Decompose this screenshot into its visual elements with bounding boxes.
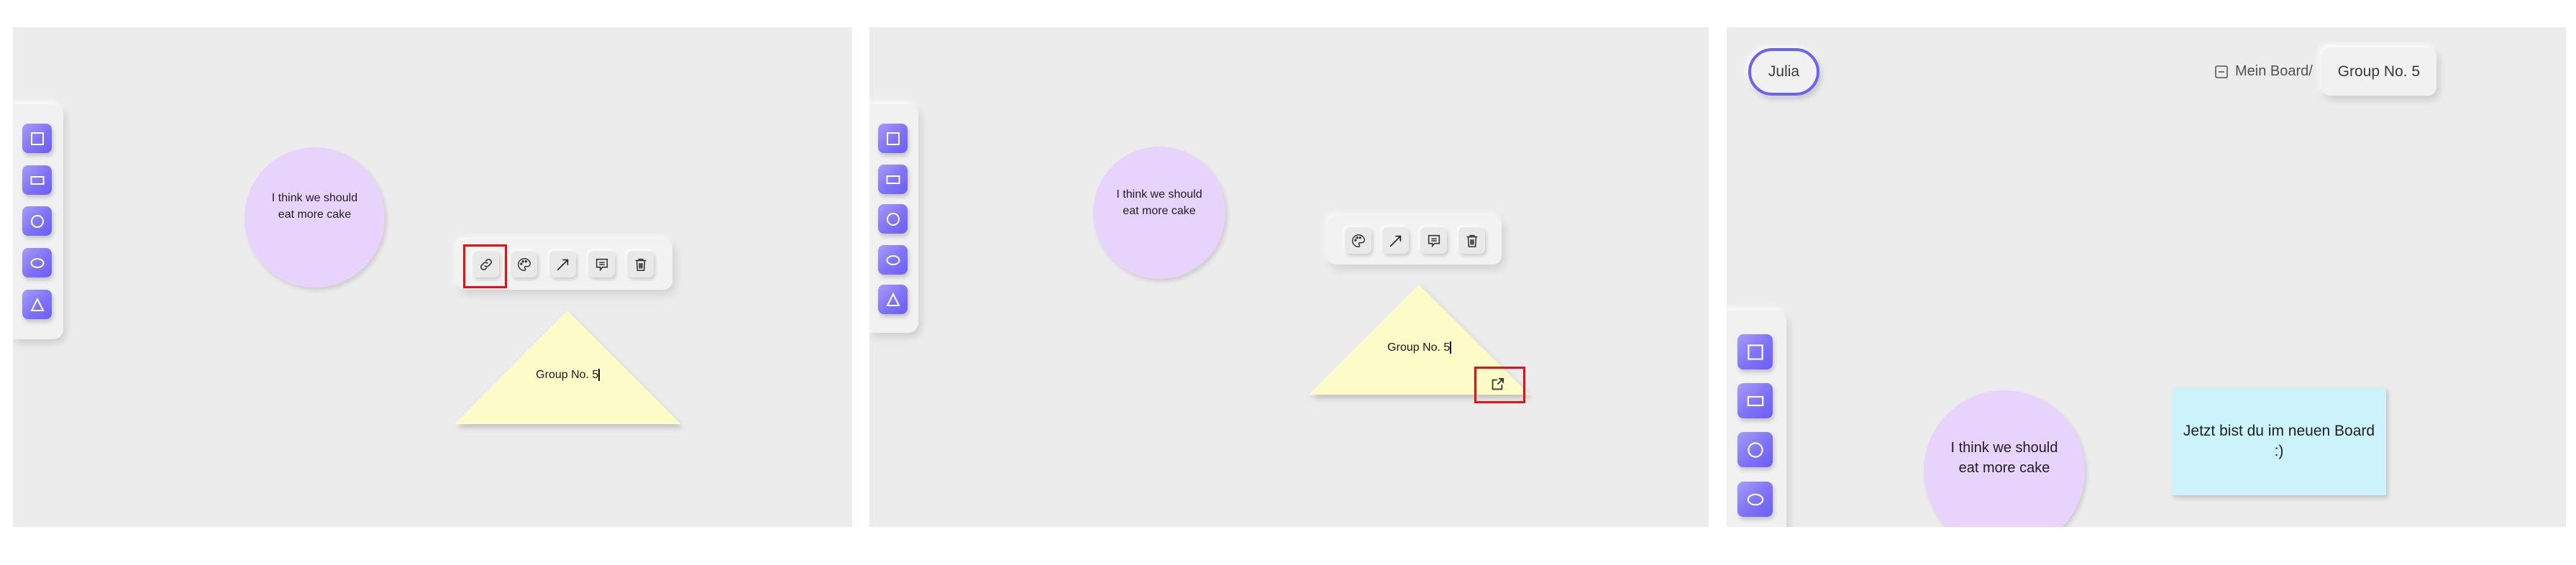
square-tool-button[interactable] [1737, 334, 1773, 369]
triangle-note[interactable]: Group No. 5 [455, 311, 681, 424]
circle-tool-button[interactable] [1737, 432, 1773, 467]
square-tool-button[interactable] [878, 124, 908, 153]
shape-sidebar [869, 104, 918, 333]
open-external-icon [1492, 377, 1504, 390]
square-icon [30, 132, 44, 145]
open-linked-board-button[interactable] [1488, 375, 1507, 394]
ellipse-icon [886, 254, 900, 265]
breadcrumb-current-board: Group No. 5 [2321, 47, 2436, 96]
color-button[interactable] [1345, 227, 1371, 254]
circle-note[interactable]: I think we should eat more cake [245, 147, 385, 288]
circle-note-text: I think we should eat more cake [245, 190, 385, 223]
text-cursor [1450, 341, 1451, 354]
circle-note-line: eat more cake [1123, 204, 1196, 217]
triangle-tool-button[interactable] [878, 285, 908, 314]
rectangle-tool-button[interactable] [22, 165, 52, 195]
connect-arrow-button[interactable] [549, 251, 576, 277]
board-canvas-step-2[interactable]: I think we should eat more cake Group No… [869, 27, 1709, 527]
text-cursor [598, 369, 600, 381]
triangle-shape [455, 311, 681, 424]
rectangle-icon [30, 175, 44, 185]
circle-tool-button[interactable] [878, 204, 908, 234]
circle-note-text: I think we should eat more cake [1093, 187, 1225, 219]
color-button[interactable] [511, 251, 537, 277]
ellipse-tool-button[interactable] [1737, 482, 1773, 517]
arrow-icon [1389, 235, 1401, 247]
square-tool-button[interactable] [22, 124, 52, 153]
triangle-note-label: Group No. 5 [1387, 341, 1451, 354]
comment-button[interactable] [1420, 227, 1447, 254]
shape-sidebar [1727, 311, 1786, 527]
rectangle-icon [886, 175, 900, 184]
circle-note-line: eat more cake [278, 208, 352, 221]
rectangle-tool-button[interactable] [1737, 383, 1773, 418]
user-avatar-button[interactable]: Julia [1748, 48, 1819, 96]
triangle-icon [29, 297, 45, 311]
ellipse-tool-button[interactable] [878, 245, 908, 275]
triangle-tool-button[interactable] [22, 290, 52, 319]
trash-icon [635, 258, 646, 271]
current-board-title: Group No. 5 [2337, 63, 2421, 80]
link-icon [480, 258, 492, 270]
triangle-icon [885, 292, 900, 306]
circle-note-line: eat more cake [1958, 460, 2050, 477]
square-icon [1747, 344, 1763, 360]
breadcrumb-root-link[interactable]: Mein Board/ [2235, 63, 2313, 80]
board-canvas-step-3[interactable]: Julia Mein Board/ Group No. 5 I think we… [1727, 27, 2566, 527]
connect-arrow-button[interactable] [1382, 227, 1409, 254]
ellipse-tool-button[interactable] [22, 248, 52, 277]
circle-note-line: I think we should [1950, 440, 2058, 456]
circle-icon [886, 212, 900, 226]
circle-note-line: I think we should [1116, 188, 1202, 201]
shape-sidebar [13, 104, 63, 339]
triangle-note-text[interactable]: Group No. 5 [1309, 341, 1530, 354]
arrow-icon [557, 259, 568, 270]
circle-note[interactable]: I think we should eat more cake [1093, 147, 1225, 279]
collapse-board-icon[interactable] [2215, 65, 2228, 78]
rectangle-tool-button[interactable] [878, 165, 908, 194]
triangle-note-text[interactable]: Group No. 5 [455, 369, 681, 382]
ellipse-icon [30, 257, 44, 268]
ellipse-icon [1747, 493, 1763, 505]
palette-icon [517, 257, 531, 271]
circle-icon [30, 214, 44, 228]
circle-note[interactable]: I think we should eat more cake [1924, 390, 2085, 527]
palette-icon [1351, 234, 1365, 247]
comment-icon [1428, 234, 1440, 247]
rectangle-icon [1747, 395, 1763, 406]
circle-icon [1747, 441, 1763, 458]
square-icon [886, 132, 900, 145]
circle-note-text: I think we should eat more cake [1924, 438, 2085, 479]
user-name: Julia [1768, 63, 1800, 80]
board-canvas-step-1[interactable]: I think we should eat more cake Group No… [13, 27, 852, 527]
trash-icon [1466, 234, 1477, 247]
link-button[interactable] [472, 251, 499, 277]
circle-tool-button[interactable] [22, 206, 52, 236]
breadcrumb: Mein Board/ Group No. 5 [2215, 47, 2436, 96]
sticky-note-line: :) [2274, 443, 2284, 459]
comment-icon [595, 258, 608, 271]
shape-context-toolbar [457, 239, 672, 290]
triangle-note-label: Group No. 5 [536, 369, 599, 381]
sticky-note[interactable]: Jetzt bist du im neuen Board :) [2172, 387, 2386, 495]
delete-button[interactable] [1458, 227, 1485, 254]
shape-context-toolbar [1328, 216, 1502, 265]
comment-button[interactable] [588, 251, 615, 277]
delete-button[interactable] [627, 251, 654, 277]
sticky-note-line: Jetzt bist du im neuen Board [2183, 422, 2375, 439]
circle-note-line: I think we should [271, 192, 358, 204]
